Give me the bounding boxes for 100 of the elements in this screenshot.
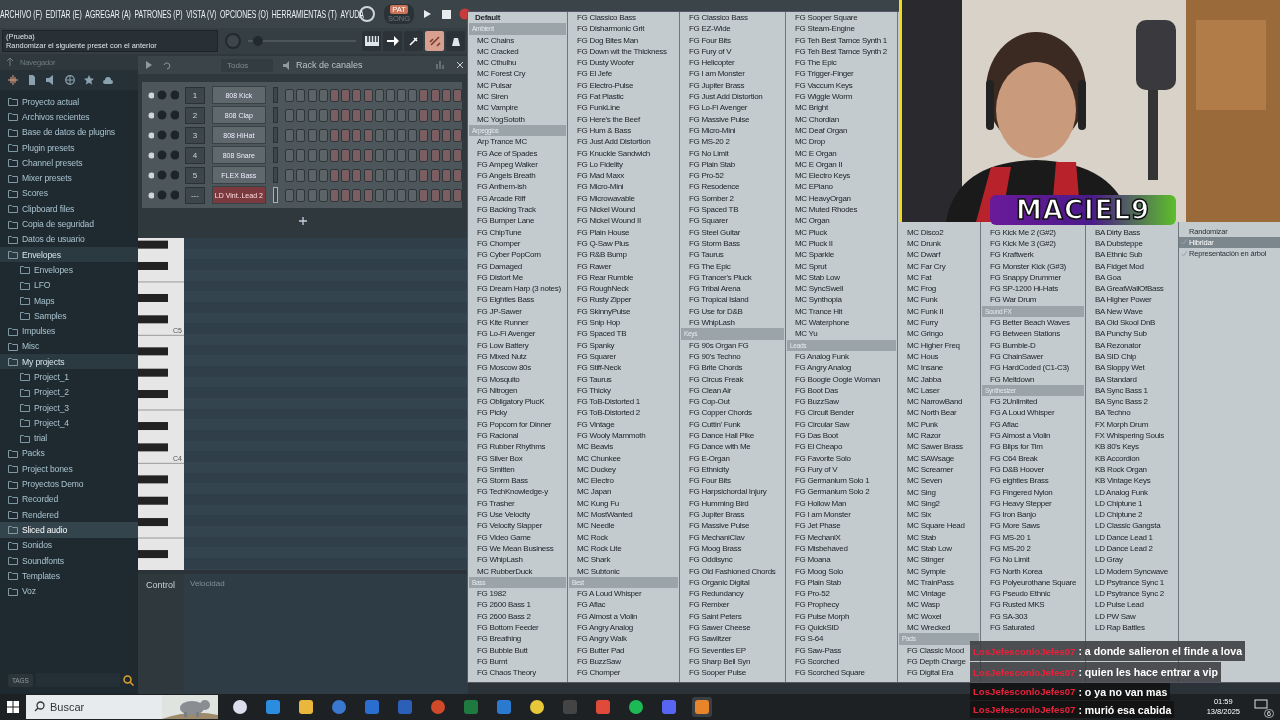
menu-item[interactable]: MC Sing2: [906, 497, 941, 510]
menu-item[interactable]: BA SID Chip: [1094, 350, 1138, 363]
menu-item[interactable]: FG ChipTune: [476, 226, 523, 238]
browser-item[interactable]: Proyectos Demo: [0, 476, 138, 492]
menu-item[interactable]: MC Sparkle: [794, 249, 835, 261]
menu-item[interactable]: BA Goa: [1094, 271, 1122, 284]
menu-item[interactable]: MC Square Head: [906, 520, 966, 532]
menu-item[interactable]: FG Blips for Tim: [989, 441, 1044, 453]
menu-item[interactable]: MC Gringo: [906, 328, 944, 340]
menu-item[interactable]: MC Chains: [476, 34, 515, 46]
menu-item[interactable]: LD Chiptune 2: [1094, 509, 1144, 521]
menu-item[interactable]: FG Spaced TB: [688, 204, 740, 216]
channel-number[interactable]: 5: [184, 166, 206, 184]
menu-item[interactable]: MC Cracked: [476, 45, 520, 58]
menu-item[interactable]: FG ToB-Distorted 2: [576, 407, 641, 419]
menu-item[interactable]: FG Moog Solo: [794, 565, 844, 577]
menu-item[interactable]: MC Laser: [906, 384, 941, 397]
menu-item[interactable]: FG Iron Banjo: [989, 509, 1037, 521]
menu-item[interactable]: KB 80's Keys: [1094, 441, 1140, 453]
menu-item[interactable]: BA Higher Power: [1094, 294, 1153, 306]
browser-item[interactable]: Project bones: [0, 461, 138, 477]
menu-item[interactable]: FG TechKnowledge-y: [476, 486, 549, 498]
menu-item[interactable]: FG Almost a Violin: [576, 610, 639, 623]
menu-item[interactable]: FG Chomper: [576, 667, 622, 679]
menu-item[interactable]: MC E Organ II: [794, 158, 844, 171]
menu-item[interactable]: FG Taurus: [576, 373, 613, 385]
menu-item[interactable]: ARCHIVO (F): [0, 8, 43, 20]
menu-item[interactable]: MC Yu: [794, 328, 819, 340]
menu-item[interactable]: MC RubberDuck: [476, 565, 534, 577]
menu-item[interactable]: FG Massive Pulse: [688, 113, 751, 125]
menu-item[interactable]: MC Jabba: [906, 373, 943, 385]
menu-item[interactable]: BA Sync Bass 1: [1094, 384, 1149, 397]
menu-item[interactable]: FG Storm Bass: [688, 237, 741, 250]
menu-item[interactable]: FG I am Monster: [794, 509, 852, 521]
menu-item[interactable]: BA Techno: [1094, 407, 1132, 419]
menu-item[interactable]: FG El Jefe: [576, 68, 613, 80]
menu-item[interactable]: FG Bumble-D: [989, 339, 1037, 351]
menu-item[interactable]: FG Steel Guitar: [688, 226, 742, 238]
menu-item[interactable]: MC Vampire: [476, 102, 519, 114]
menu-item[interactable]: FG Das Boot: [794, 430, 839, 442]
menu-item[interactable]: FG Tropical Island: [688, 294, 750, 306]
menu-item[interactable]: FG Scorched: [794, 655, 840, 668]
menu-item[interactable]: FG Hum & Bass: [576, 124, 632, 137]
menu-item[interactable]: FG Sawer Cheese: [688, 622, 752, 634]
menu-item[interactable]: MC Six: [906, 509, 932, 521]
browser-item[interactable]: Project_2: [0, 384, 138, 400]
menu-item[interactable]: FG WhipLash: [476, 554, 524, 566]
menu-item[interactable]: FG Circuit Bender: [794, 407, 855, 419]
menu-item[interactable]: FG Boogie Oogie Woman: [794, 373, 882, 385]
menu-item[interactable]: FG E-Organ: [688, 452, 731, 464]
menu-item[interactable]: FG MechaniX: [794, 531, 842, 543]
menu-item[interactable]: FG EZ-Wide: [688, 23, 732, 35]
menu-item[interactable]: FG Wooly Mammoth: [576, 430, 647, 442]
menu-item[interactable]: FG Angels Breath: [476, 170, 537, 182]
menu-item[interactable]: MC Duckey: [576, 463, 617, 476]
menu-item[interactable]: BA Dirty Bass: [1094, 226, 1141, 238]
menu-item[interactable]: MC Punk: [906, 418, 939, 431]
menu-item[interactable]: MC Vintage: [906, 588, 947, 600]
menu-item[interactable]: FG Brite Chords: [688, 362, 744, 374]
menu-item[interactable]: FG R&B Bump: [576, 249, 628, 261]
browser-item[interactable]: Packs: [0, 445, 138, 462]
menu-item[interactable]: MC Chunkee: [576, 452, 622, 464]
menu-item[interactable]: LD Chiptune 1: [1094, 497, 1144, 510]
menu-item[interactable]: FG Lo-Fi Avenger: [688, 102, 749, 114]
menu-item[interactable]: FG Fingered Nylon: [989, 486, 1054, 498]
menu-item[interactable]: FG eighties Brass: [989, 475, 1050, 487]
menu-item[interactable]: FG FunkLine: [576, 102, 621, 114]
menu-item[interactable]: FG Chaos Theory: [476, 667, 537, 679]
menu-item[interactable]: FG Ace of Spades: [476, 147, 539, 159]
menu-item[interactable]: FG Rusted MKS: [989, 599, 1046, 611]
menu-item[interactable]: FG Copper Chords: [688, 407, 753, 419]
browser-item[interactable]: LFO: [0, 277, 138, 293]
menu-item[interactable]: FG Kick Me 2 (G#2): [989, 226, 1057, 238]
browser-item[interactable]: Mixer presets: [0, 170, 138, 186]
menu-item[interactable]: FG Seventies EP: [688, 644, 747, 656]
menu-item[interactable]: FG Rusty Zipper: [576, 294, 633, 306]
menu-item[interactable]: FG ToB-Distorted 1: [576, 396, 641, 408]
menu-item[interactable]: FG Kite Runner: [476, 317, 530, 329]
menu-item[interactable]: FG Dance with Me: [688, 441, 752, 453]
menu-item[interactable]: FG Saw-Pass: [794, 644, 843, 656]
menu-item[interactable]: FG Down wit the Thickness: [576, 45, 668, 58]
browser-item[interactable]: Archivos recientes: [0, 109, 138, 125]
menu-item[interactable]: LD Gray: [1094, 554, 1124, 566]
browser-item[interactable]: Envelopes: [0, 262, 138, 278]
menu-item[interactable]: MC Frog: [906, 283, 937, 295]
menu-item[interactable]: FG No Limit: [688, 147, 730, 159]
menu-item[interactable]: FG Jupiter Brass: [688, 509, 746, 521]
menu-item[interactable]: BA Sloppy Wet: [1094, 362, 1146, 374]
menu-item[interactable]: Default: [474, 12, 501, 24]
menu-item[interactable]: MC Chordian: [794, 113, 840, 125]
menu-item[interactable]: MC Disco2: [906, 226, 945, 238]
menu-item[interactable]: MC Furry: [906, 317, 939, 329]
menu-item[interactable]: LD Psytrance Sync 1: [1094, 576, 1165, 589]
search-field[interactable]: Buscar: [26, 695, 162, 719]
menu-item[interactable]: FG Circular Saw: [794, 418, 851, 430]
menu-item[interactable]: FG Use Velocity: [476, 509, 531, 521]
menu-item[interactable]: FG Fury of V: [688, 45, 733, 58]
menu-item[interactable]: FG Squarer: [576, 350, 617, 363]
menu-item[interactable]: FG Just Add Distortion: [576, 136, 652, 148]
menu-item[interactable]: FG Picky: [476, 407, 509, 419]
